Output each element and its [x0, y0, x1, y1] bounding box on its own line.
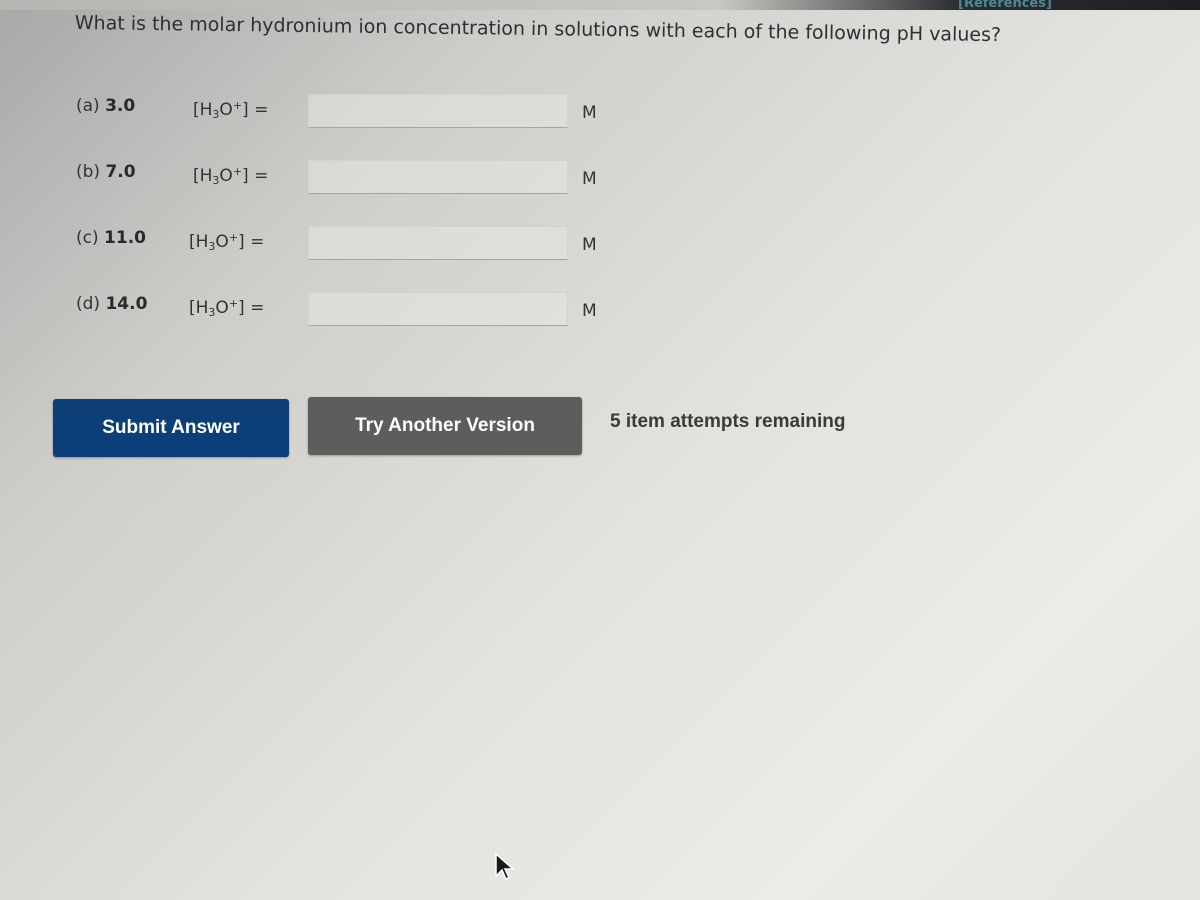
part-b-answer-input[interactable]	[308, 160, 568, 194]
part-d-answer-input[interactable]	[308, 292, 568, 326]
part-d-label: (d) 14.0	[76, 294, 148, 314]
part-a-row: (a) 3.0 [H3O+] = M	[0, 94, 700, 134]
mouse-pointer-icon	[495, 852, 515, 881]
part-c-row: (c) 11.0 [H3O+] = M	[0, 226, 700, 266]
part-c-label: (c) 11.0	[76, 228, 146, 248]
try-another-version-button[interactable]: Try Another Version	[308, 397, 582, 455]
part-b-label: (b) 7.0	[76, 162, 136, 182]
part-b-formula: [H3O+] =	[193, 165, 269, 187]
question-text: What is the molar hydronium ion concentr…	[74, 12, 1002, 47]
part-a-answer-input[interactable]	[308, 94, 568, 128]
part-a-label: (a) 3.0	[76, 96, 136, 116]
part-b-unit: M	[582, 169, 597, 189]
part-c-formula: [H3O+] =	[189, 231, 265, 253]
part-c-unit: M	[582, 235, 597, 255]
part-d-row: (d) 14.0 [H3O+] = M	[0, 292, 700, 332]
part-b-row: (b) 7.0 [H3O+] = M	[0, 160, 700, 200]
attempts-remaining-text: 5 item attempts remaining	[610, 411, 846, 432]
part-c-answer-input[interactable]	[308, 226, 568, 260]
part-a-formula: [H3O+] =	[193, 99, 269, 121]
submit-answer-button[interactable]: Submit Answer	[53, 399, 289, 457]
part-d-formula: [H3O+] =	[189, 297, 265, 319]
part-a-unit: M	[582, 103, 597, 123]
references-link[interactable]: [References]	[958, 0, 1052, 11]
part-d-unit: M	[582, 301, 597, 321]
